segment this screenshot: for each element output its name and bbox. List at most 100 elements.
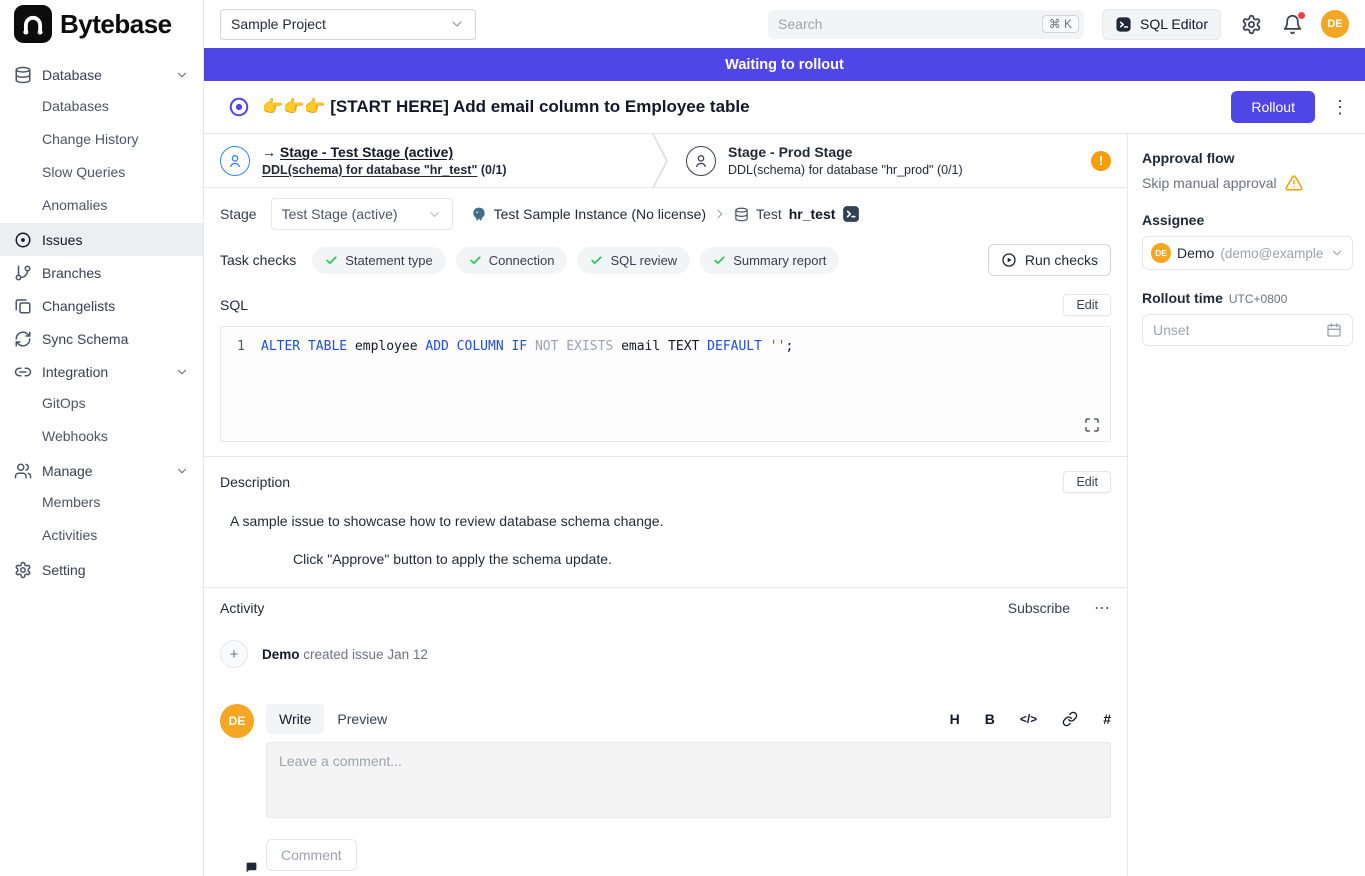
sidebar-item-integration[interactable]: Integration (0, 355, 203, 388)
assignee-email: (demo@example (1220, 246, 1324, 261)
project-select[interactable]: Sample Project (220, 9, 476, 40)
sidebar-item-database[interactable]: Database (0, 58, 203, 91)
search-box[interactable]: ⌘ K (768, 10, 1084, 39)
chevron-down-icon (427, 207, 442, 222)
breadcrumb: Test Sample Instance (No license) Test h… (471, 205, 861, 223)
breadcrumb-instance[interactable]: Test Sample Instance (No license) (494, 206, 706, 222)
sidebar-item-changelists[interactable]: Changelists (0, 289, 203, 322)
sidebar-item-members[interactable]: Members (0, 487, 203, 520)
breadcrumb-environment[interactable]: Test (756, 206, 782, 222)
assignee-title: Assignee (1142, 212, 1204, 228)
sidebar-item-change-history[interactable]: Change History (0, 124, 203, 157)
activity-actor: Demo (262, 647, 300, 662)
check-icon (325, 254, 338, 267)
sql-token (762, 339, 770, 354)
user-avatar[interactable]: DE (1321, 10, 1349, 38)
notification-dot (1298, 12, 1305, 19)
open-sql-editor-icon[interactable] (842, 205, 860, 223)
hash-format-icon[interactable]: # (1103, 711, 1111, 727)
assignee-name: Demo (1177, 245, 1214, 261)
sidebar-item-activities[interactable]: Activities (0, 520, 203, 553)
check-badge-label: Connection (489, 253, 555, 268)
content-row: → Stage - Test Stage (active) DDL(schema… (204, 134, 1365, 876)
tab-write[interactable]: Write (266, 704, 324, 734)
sql-edit-button[interactable]: Edit (1063, 294, 1111, 316)
code-format-icon[interactable]: </> (1020, 712, 1037, 726)
changelist-icon (14, 297, 32, 315)
sql-code-editor[interactable]: 1ALTER TABLE employee ADD COLUMN IF NOT … (220, 326, 1111, 442)
sidebar-item-webhooks[interactable]: Webhooks (0, 421, 203, 454)
heading-format-icon[interactable]: H (950, 711, 960, 727)
sidebar-item-branches[interactable]: Branches (0, 256, 203, 289)
run-checks-button[interactable]: Run checks (988, 244, 1111, 276)
sidebar-item-issues[interactable]: Issues (0, 223, 203, 256)
chevron-down-icon (175, 464, 189, 478)
expand-icon[interactable] (1084, 417, 1100, 433)
sidebar-item-label: Sync Schema (42, 331, 128, 347)
notifications-bell-icon[interactable] (1282, 14, 1303, 35)
stage-task-detail: DDL(schema) for database "hr_prod" (0/1) (728, 163, 963, 177)
stage-task-count: (0/1) (481, 163, 507, 177)
rollout-time-title: Rollout time (1142, 290, 1223, 306)
app-root: Bytebase Database Databases Change Histo… (0, 0, 1365, 876)
bold-format-icon[interactable]: B (985, 711, 995, 727)
rollout-button[interactable]: Rollout (1231, 91, 1315, 123)
sidebar-item-sync-schema[interactable]: Sync Schema (0, 322, 203, 355)
stage-pipeline: → Stage - Test Stage (active) DDL(schema… (204, 134, 1127, 188)
sidebar-item-label: Integration (42, 364, 108, 380)
brand-name: Bytebase (60, 9, 172, 40)
more-menu-icon[interactable]: ⋯ (1094, 598, 1111, 618)
description-edit-button[interactable]: Edit (1063, 471, 1111, 493)
sql-token: '' (770, 339, 786, 354)
approval-status-text: Skip manual approval (1142, 175, 1277, 191)
stage-card-test[interactable]: → Stage - Test Stage (active) DDL(schema… (204, 134, 652, 187)
sidebar-item-databases[interactable]: Databases (0, 91, 203, 124)
sidebar-item-slow-queries[interactable]: Slow Queries (0, 157, 203, 190)
issues-icon (14, 231, 32, 249)
check-badge-statement-type[interactable]: Statement type (312, 247, 445, 274)
comment-submit-button[interactable]: Comment (266, 839, 357, 871)
stage-select[interactable]: Test Stage (active) (271, 198, 453, 230)
sidebar-item-label: Manage (42, 463, 93, 479)
sidebar-item-setting[interactable]: Setting (0, 553, 203, 586)
rollout-time-input[interactable]: Unset (1142, 314, 1353, 346)
check-badge-label: SQL review (610, 253, 677, 268)
assignee-select[interactable]: DE Demo (demo@example (1142, 236, 1353, 270)
sql-token: DEFAULT (707, 339, 762, 354)
sidebar-item-label: Issues (42, 232, 82, 248)
link-format-icon[interactable] (1062, 711, 1078, 727)
check-badge-sql-review[interactable]: SQL review (577, 247, 690, 274)
stage-selector-row: Stage Test Stage (active) Test Sample In… (204, 188, 1127, 240)
stage-name: Stage - Prod Stage (728, 144, 963, 160)
search-input[interactable] (778, 16, 1042, 32)
issue-sidebar-panel: Approval flow Skip manual approval Assig… (1128, 134, 1365, 876)
stage-label: Stage (220, 206, 257, 222)
stage-name-link[interactable]: Stage - Test Stage (active) (280, 144, 453, 160)
comment-textarea[interactable] (266, 742, 1111, 818)
subscribe-button[interactable]: Subscribe (1008, 600, 1070, 616)
topbar: Sample Project ⌘ K SQL Editor DE (204, 0, 1365, 48)
sql-editor-button[interactable]: SQL Editor (1102, 9, 1221, 40)
brand-logo[interactable]: Bytebase (0, 0, 203, 48)
breadcrumb-database[interactable]: hr_test (789, 206, 836, 222)
settings-gear-icon[interactable] (1241, 14, 1262, 35)
check-badge-summary-report[interactable]: Summary report (700, 247, 839, 274)
sidebar-item-label: Changelists (42, 298, 115, 314)
check-icon (713, 254, 726, 267)
main-column: Sample Project ⌘ K SQL Editor DE Waiting… (204, 0, 1365, 876)
sql-section: SQL Edit 1ALTER TABLE employee ADD COLUM… (204, 284, 1127, 457)
sidebar-item-anomalies[interactable]: Anomalies (0, 190, 203, 223)
sidebar-item-label: Branches (42, 265, 101, 281)
sql-token: email TEXT (613, 339, 707, 354)
check-badge-label: Summary report (733, 253, 826, 268)
bytebase-logo-icon (14, 5, 52, 43)
sidebar-item-gitops[interactable]: GitOps (0, 388, 203, 421)
sidebar-item-manage[interactable]: Manage (0, 454, 203, 487)
status-banner-text: Waiting to rollout (725, 57, 844, 73)
check-badge-connection[interactable]: Connection (456, 247, 568, 274)
kebab-menu-icon[interactable]: ⋮ (1331, 98, 1349, 116)
stage-task-link[interactable]: DDL(schema) for database "hr_test" (262, 163, 477, 177)
stage-card-prod[interactable]: Stage - Prod Stage DDL(schema) for datab… (670, 134, 1127, 187)
stage-person-icon (220, 146, 250, 176)
tab-preview[interactable]: Preview (324, 704, 400, 734)
